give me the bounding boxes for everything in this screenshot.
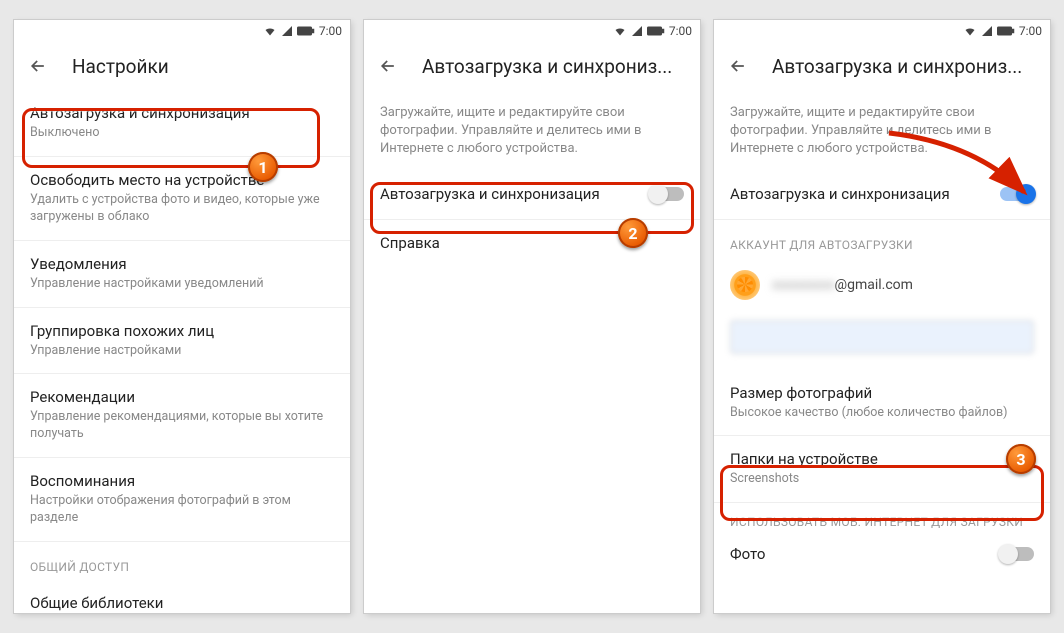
- header: Автозагрузка и синхрониз...: [714, 42, 1050, 90]
- row-free-space[interactable]: Освободить место на устройстве Удалить с…: [14, 157, 350, 241]
- section-sharing: ОБЩИЙ ДОСТУП: [14, 542, 350, 580]
- settings-list: Автозагрузка и синхронизация Выключено О…: [14, 90, 350, 613]
- header: Автозагрузка и синхрониз...: [364, 42, 700, 90]
- status-bar: 7:00: [714, 20, 1050, 42]
- row-account[interactable]: xxxxxxxxx@gmail.com: [714, 258, 1050, 312]
- row-face-grouping[interactable]: Группировка похожих лиц Управление настр…: [14, 308, 350, 375]
- row-photo-mobile[interactable]: Фото: [714, 535, 1050, 573]
- signal-icon: [281, 25, 293, 37]
- row-recommendations[interactable]: Рекомендации Управление рекомендациями, …: [14, 374, 350, 458]
- screen-1-settings: 7:00 Настройки Автозагрузка и синхрониза…: [14, 20, 350, 613]
- wifi-icon: [263, 25, 277, 37]
- account-switch-button-blurred[interactable]: [730, 320, 1034, 354]
- back-arrow-icon[interactable]: [28, 56, 48, 76]
- photo-mobile-toggle[interactable]: [1000, 547, 1034, 561]
- account-email: xxxxxxxxx@gmail.com: [772, 277, 913, 293]
- section-account: АККАУНТ ДЛЯ АВТОЗАГРУЗКИ: [714, 220, 1050, 258]
- page-title: Автозагрузка и синхрониз...: [422, 55, 672, 78]
- row-backup-sync[interactable]: Автозагрузка и синхронизация Выключено: [14, 90, 350, 157]
- row-upload-size[interactable]: Размер фотографий Высокое качество (любо…: [714, 370, 1050, 437]
- info-text: Загружайте, ищите и редактируйте свои фо…: [714, 90, 1050, 169]
- sync-settings-on: Загружайте, ищите и редактируйте свои фо…: [714, 90, 1050, 613]
- row-sync-toggle[interactable]: Автозагрузка и синхронизация: [714, 169, 1050, 220]
- wifi-icon: [963, 25, 977, 37]
- account-email-blurred: xxxxxxxxx: [772, 277, 835, 293]
- status-time: 7:00: [1019, 24, 1042, 38]
- status-bar: 7:00: [14, 20, 350, 42]
- row-help[interactable]: Справка: [364, 220, 700, 266]
- status-bar: 7:00: [364, 20, 700, 42]
- page-title: Автозагрузка и синхрониз...: [772, 55, 1022, 78]
- battery-icon: [647, 26, 665, 36]
- battery-icon: [297, 26, 315, 36]
- row-memories[interactable]: Воспоминания Настройки отображения фотог…: [14, 458, 350, 542]
- status-time: 7:00: [669, 24, 692, 38]
- account-avatar-icon: [730, 270, 760, 300]
- status-time: 7:00: [319, 24, 342, 38]
- row-sync-toggle[interactable]: Автозагрузка и синхронизация: [364, 169, 700, 220]
- row-shared-libraries[interactable]: Общие библиотеки: [14, 580, 350, 613]
- row-device-folders[interactable]: Папки на устройстве Screenshots: [714, 436, 1050, 503]
- back-arrow-icon[interactable]: [728, 56, 748, 76]
- screen-2-sync-off: 7:00 Автозагрузка и синхрониз... Загружа…: [364, 20, 700, 613]
- signal-icon: [631, 25, 643, 37]
- signal-icon: [981, 25, 993, 37]
- back-arrow-icon[interactable]: [378, 56, 398, 76]
- section-mobile-data: ИСПОЛЬЗОВАТЬ МОБ. ИНТЕРНЕТ ДЛЯ ЗАГРУЗКИ: [714, 503, 1050, 535]
- header: Настройки: [14, 42, 350, 90]
- info-text: Загружайте, ищите и редактируйте свои фо…: [364, 90, 700, 169]
- battery-icon: [997, 26, 1015, 36]
- sync-toggle-on[interactable]: [1000, 187, 1034, 201]
- wifi-icon: [613, 25, 627, 37]
- row-notifications[interactable]: Уведомления Управление настройками уведо…: [14, 241, 350, 308]
- page-title: Настройки: [72, 55, 169, 78]
- sync-settings: Загружайте, ищите и редактируйте свои фо…: [364, 90, 700, 613]
- sync-toggle-off[interactable]: [650, 187, 684, 201]
- screen-3-sync-on: 7:00 Автозагрузка и синхрониз... Загружа…: [714, 20, 1050, 613]
